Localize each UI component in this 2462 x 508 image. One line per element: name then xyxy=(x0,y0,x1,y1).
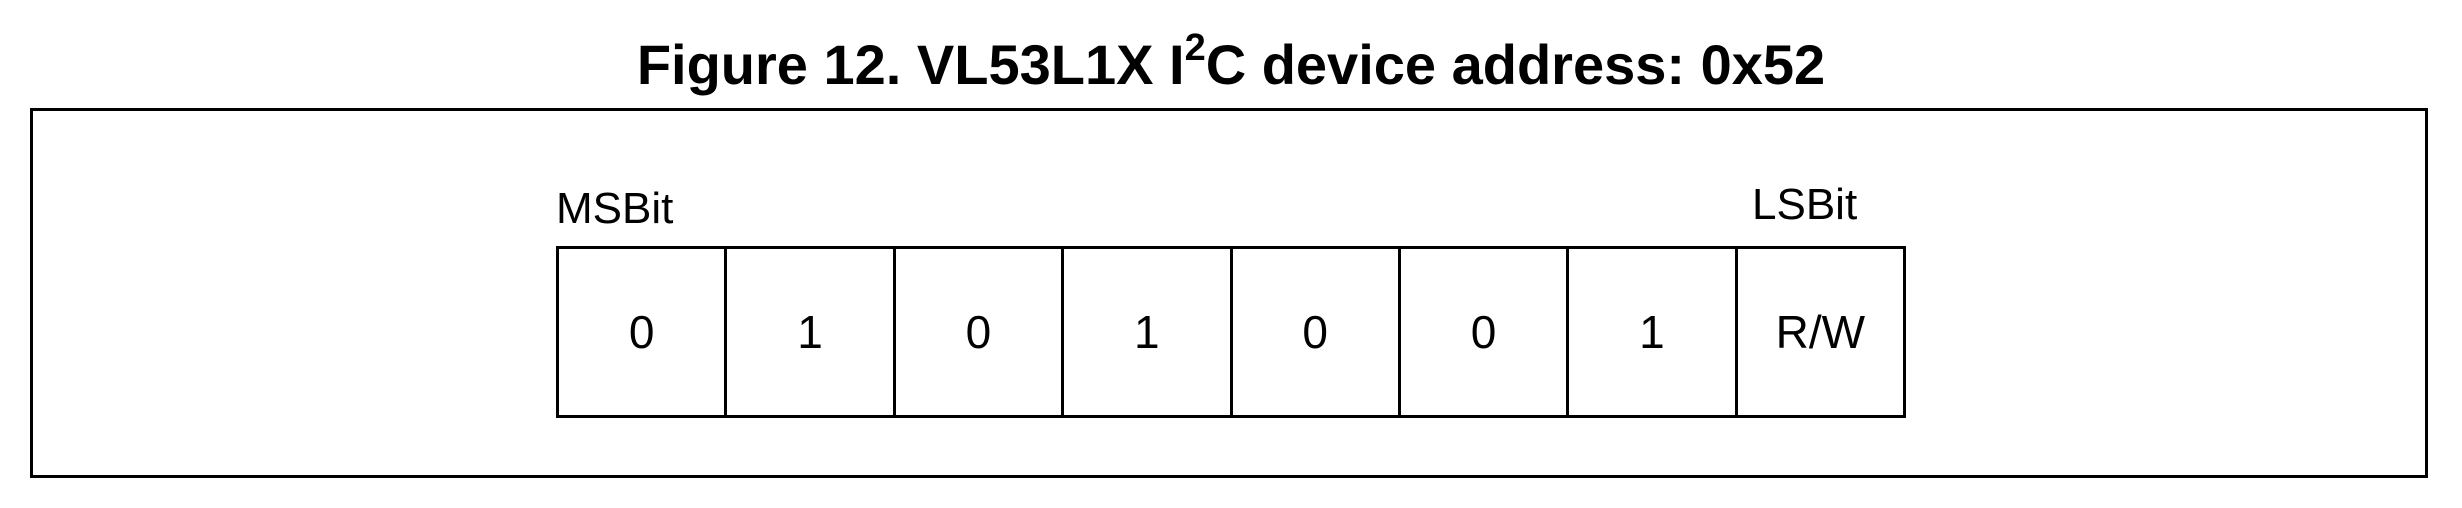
figure-title: Figure 12. VL53L1X I2C device address: 0… xyxy=(0,27,2462,100)
lsbit-label: LSBit xyxy=(1752,180,1858,229)
bit-cell-6: 1 xyxy=(727,249,896,415)
figure-title-prefix: Figure 12. VL53L1X I xyxy=(636,33,1185,96)
bit-cell-1: 1 xyxy=(1569,249,1738,415)
bit-cell-2: 0 xyxy=(1401,249,1570,415)
figure-title-suffix: C device address: 0x52 xyxy=(1205,33,1826,96)
figure-title-superscript: 2 xyxy=(1184,27,1206,69)
bit-cell-5: 0 xyxy=(896,249,1065,415)
msbit-label: MSBit xyxy=(556,184,674,233)
bit-cell-3: 0 xyxy=(1233,249,1401,415)
bit-cell-rw: R/W xyxy=(1738,249,1906,415)
bit-cell-7: 0 xyxy=(559,249,728,415)
bit-cell-4: 1 xyxy=(1064,249,1233,415)
address-bit-field: 0 1 0 1 0 0 1 R/W xyxy=(556,246,1906,418)
